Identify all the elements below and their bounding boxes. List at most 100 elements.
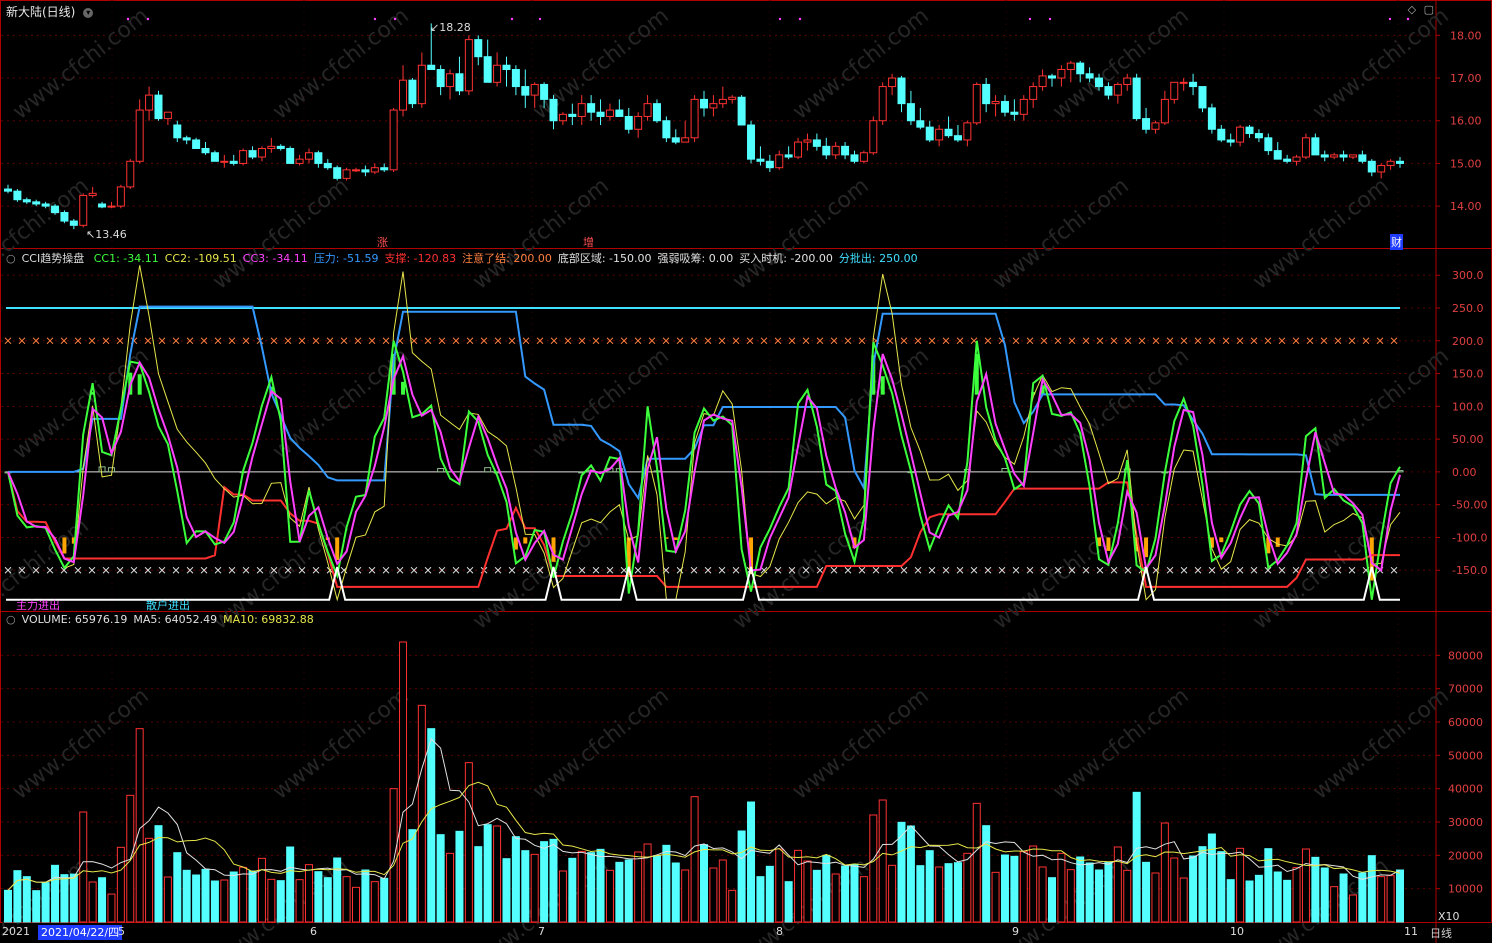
candle-body	[229, 160, 238, 164]
price-tick-label: 16.00	[1450, 115, 1482, 128]
volume-bar	[1019, 851, 1028, 923]
candle-body	[220, 160, 229, 163]
candle-body	[1189, 81, 1198, 88]
candle-body	[1198, 86, 1207, 109]
volume-bar	[22, 876, 31, 923]
candle-body	[154, 94, 163, 120]
volume-bar	[1386, 875, 1395, 923]
candle-body	[314, 152, 323, 164]
candle-body	[1048, 75, 1056, 79]
bottom-zone-marks	[844, 566, 852, 574]
volume-bar	[79, 811, 88, 923]
candle-body	[98, 203, 107, 208]
window-icon[interactable]: ▢	[1424, 3, 1434, 16]
candle-body	[897, 77, 906, 105]
candle-body	[163, 111, 172, 120]
candle-body	[1311, 137, 1320, 156]
candle-body	[1029, 86, 1038, 100]
volume-bar	[1367, 855, 1376, 923]
candle-body	[295, 158, 304, 164]
volume-bar	[511, 836, 520, 923]
volume-bar	[794, 849, 803, 923]
weak-bar	[62, 537, 67, 554]
volume-bar	[690, 796, 699, 923]
candle-body	[286, 147, 295, 164]
volume-bar	[1217, 851, 1226, 923]
candle-body	[1038, 75, 1047, 88]
volume-bar	[1123, 869, 1132, 923]
candle-body	[248, 150, 257, 158]
candle-body	[182, 137, 191, 141]
cci-tick-label: -100.0	[1452, 531, 1487, 544]
cci-tick-label: 0.00	[1452, 466, 1477, 479]
volume-bar	[145, 837, 154, 923]
cci-indicator-label: 买入时机: -200.00	[739, 252, 833, 265]
kline-chart[interactable]: www.cfchi.com www.cfchi.com www.cfchi.com w…	[0, 0, 1492, 943]
volume-bar	[323, 877, 332, 923]
candle-body	[1142, 118, 1151, 130]
candle-body	[4, 188, 12, 192]
candle-body	[822, 145, 831, 156]
volume-bar	[925, 850, 934, 923]
candle-body	[906, 103, 915, 122]
marker-zeng[interactable]: 增	[583, 234, 594, 250]
cci-indicator-label: 压力: -51.59	[313, 252, 379, 265]
marker-cai[interactable]: 财	[1390, 234, 1403, 250]
candle-body	[944, 128, 953, 137]
candle-body	[888, 77, 897, 88]
candle-body	[32, 201, 41, 205]
candle-body	[615, 109, 624, 117]
volume-indicator-label: VOLUME: 65976.19	[21, 613, 128, 626]
volume-bar	[775, 848, 784, 923]
cci-indicator-label: 强弱吸筹: 0.00	[657, 252, 734, 265]
circle-icon[interactable]: ○	[6, 613, 16, 626]
window-title[interactable]: 新大陆(日线) ▾	[6, 3, 94, 20]
volume-bar	[596, 848, 605, 923]
take-profit-marks	[1306, 337, 1314, 345]
volume-bar	[1207, 833, 1216, 923]
candle-body	[596, 111, 605, 117]
candle-body	[1386, 160, 1395, 167]
bottom-zone-marks	[424, 566, 432, 574]
chevron-down-icon[interactable]: ▾	[83, 7, 94, 18]
volume-bars	[4, 641, 1404, 923]
bottom-zone-marks	[928, 566, 936, 574]
circle-icon[interactable]: ○	[6, 252, 16, 265]
volume-unit: X10	[1438, 910, 1460, 923]
candle-body	[446, 73, 455, 88]
candle-body	[1170, 81, 1179, 100]
volume-bar	[436, 834, 445, 923]
candle-body	[493, 64, 502, 83]
volume-bar	[558, 870, 567, 923]
volume-bar	[841, 865, 850, 923]
volume-bar	[888, 864, 897, 923]
volume-bar	[1076, 856, 1085, 923]
candle-body	[558, 113, 567, 122]
volume-bar	[1085, 862, 1094, 923]
candle-body	[878, 86, 887, 122]
candle-body	[1377, 165, 1386, 173]
accum-bar	[98, 466, 106, 473]
take-profit-marks	[1348, 337, 1356, 345]
watermark-text: www.cfchi.com	[1308, 683, 1453, 804]
volume-bar	[700, 844, 708, 923]
volume-bar	[13, 870, 22, 923]
candle-body	[88, 192, 97, 196]
cci-tick-label: 300.0	[1452, 269, 1484, 282]
volume-bar	[4, 889, 12, 923]
candle-body	[1010, 111, 1019, 115]
candle-body	[530, 83, 539, 96]
volume-bar	[605, 869, 614, 923]
pressure-line	[8, 305, 1400, 501]
take-profit-marks	[214, 337, 222, 345]
watermark-text: www.cfchi.com	[268, 683, 413, 804]
candle-body	[145, 94, 154, 111]
bottom-zone-marks	[1180, 566, 1188, 574]
marker-zhang[interactable]: 涨	[377, 234, 388, 250]
bottom-zone-marks	[88, 566, 96, 574]
period-label[interactable]: 日线	[1430, 925, 1452, 941]
volume-bar	[248, 870, 257, 923]
candle-body	[1066, 62, 1075, 70]
volume-bar	[98, 877, 107, 923]
diamond-icon[interactable]: ◇	[1408, 3, 1416, 16]
